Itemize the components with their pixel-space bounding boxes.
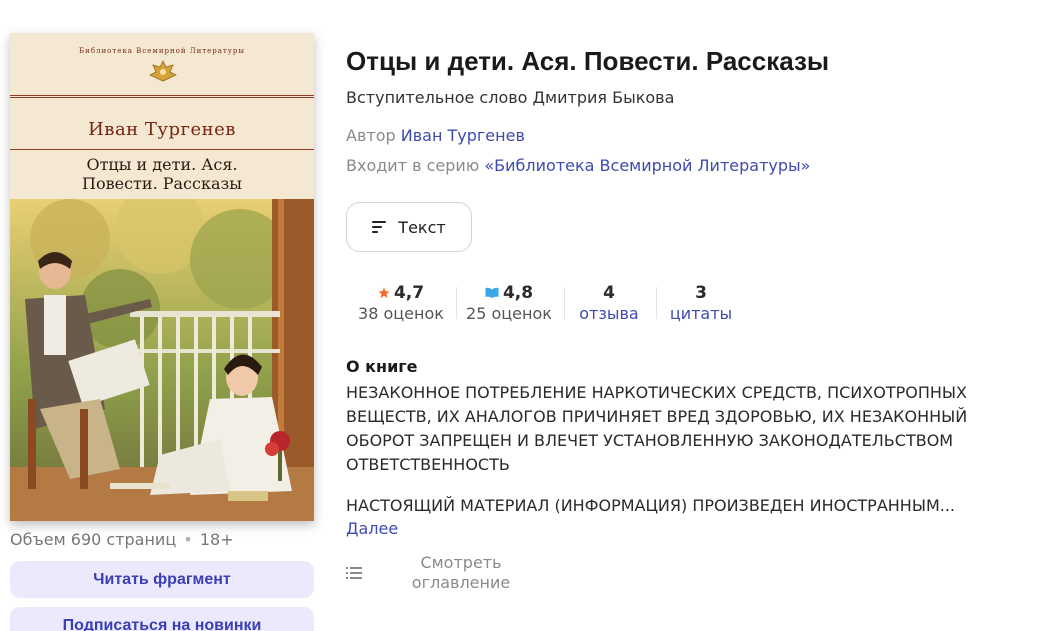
book-subtitle: Вступительное слово Дмитрия Быкова [346, 88, 675, 107]
cover-emblem-icon [149, 60, 177, 82]
series-label: Входит в серию [346, 156, 480, 175]
cover-series-text: Библиотека Всемирной Литературы [79, 47, 245, 55]
book-page: Библиотека Всемирной Литературы Иван Тур… [0, 0, 1044, 631]
cover-title: Отцы и дети. Ася. Повести. Рассказы [10, 155, 314, 193]
stat-reviews-label[interactable]: отзыва [570, 304, 648, 323]
cover-author: Иван Тургенев [88, 119, 236, 140]
stat-quotes[interactable]: 3 цитаты [662, 283, 740, 323]
cover-rule-top-2 [10, 97, 314, 98]
toc-label: Смотреть оглавление [406, 553, 516, 593]
stats-divider [564, 287, 565, 319]
stat-litres-value-row: 4,7 [354, 283, 448, 303]
format-text-button[interactable]: Текст [346, 202, 472, 252]
meta-separator: • [183, 530, 193, 549]
age-rating: 18+ [199, 530, 234, 549]
stat-livelib-count: 25 оценок [466, 304, 552, 323]
subscribe-button[interactable]: Подписаться на новинки [10, 607, 314, 631]
list-icon [346, 567, 362, 579]
toc-label-line2: оглавление [411, 573, 511, 592]
cover-rule-top [10, 95, 314, 96]
author-link[interactable]: Иван Тургенев [401, 126, 525, 145]
about-paragraph-2: НАСТОЯЩИЙ МАТЕРИАЛ (ИНФОРМАЦИЯ) ПРОИЗВЕД… [346, 496, 955, 515]
series-link[interactable]: «Библиотека Всемирной Литературы» [484, 156, 810, 175]
book-open-icon [485, 287, 499, 298]
stat-litres-count: 38 оценок [358, 304, 444, 323]
stats-divider [456, 287, 457, 319]
page-count: Объем 690 страниц [10, 530, 177, 549]
text-lines-icon [372, 221, 387, 233]
book-meta: Объем 690 страниц • 18+ [10, 530, 234, 549]
stat-quotes-label[interactable]: цитаты [662, 304, 740, 323]
toc-button[interactable]: Смотреть оглавление [346, 553, 516, 593]
cover-painting [10, 199, 314, 521]
stat-livelib-value: 4,8 [502, 283, 534, 303]
read-fragment-button[interactable]: Читать фрагмент [10, 561, 314, 598]
cover-title-line1: Отцы и дети. Ася. [86, 155, 238, 174]
stat-livelib-value-row: 4,8 [462, 283, 556, 303]
star-icon [378, 287, 390, 298]
stat-livelib-rating[interactable]: 4,8 25 оценок [462, 283, 556, 323]
author-label: Автор [346, 126, 396, 145]
stats-divider [656, 287, 657, 319]
toc-label-line1: Смотреть [420, 553, 502, 572]
about-heading: О книге [346, 357, 418, 376]
stat-litres-value: 4,7 [393, 283, 425, 303]
format-text-label: Текст [398, 217, 446, 237]
author-row: Автор Иван Тургенев [346, 126, 525, 145]
series-row: Входит в серию «Библиотека Всемирной Лит… [346, 156, 810, 175]
book-cover[interactable]: Библиотека Всемирной Литературы Иван Тур… [10, 33, 314, 521]
cover-rule-mid [10, 149, 314, 150]
stat-reviews-value: 4 [603, 283, 615, 303]
stat-litres-rating[interactable]: 4,7 38 оценок [354, 283, 448, 323]
book-title: Отцы и дети. Ася. Повести. Рассказы [346, 46, 830, 76]
stat-quotes-value: 3 [695, 283, 707, 303]
about-paragraph-1: НЕЗАКОННОЕ ПОТРЕБЛЕНИЕ НАРКОТИЧЕСКИХ СРЕ… [346, 383, 968, 474]
cover-title-line2: Повести. Рассказы [82, 174, 242, 193]
read-more-link[interactable]: Далее [346, 519, 398, 538]
stat-reviews[interactable]: 4 отзыва [570, 283, 648, 323]
